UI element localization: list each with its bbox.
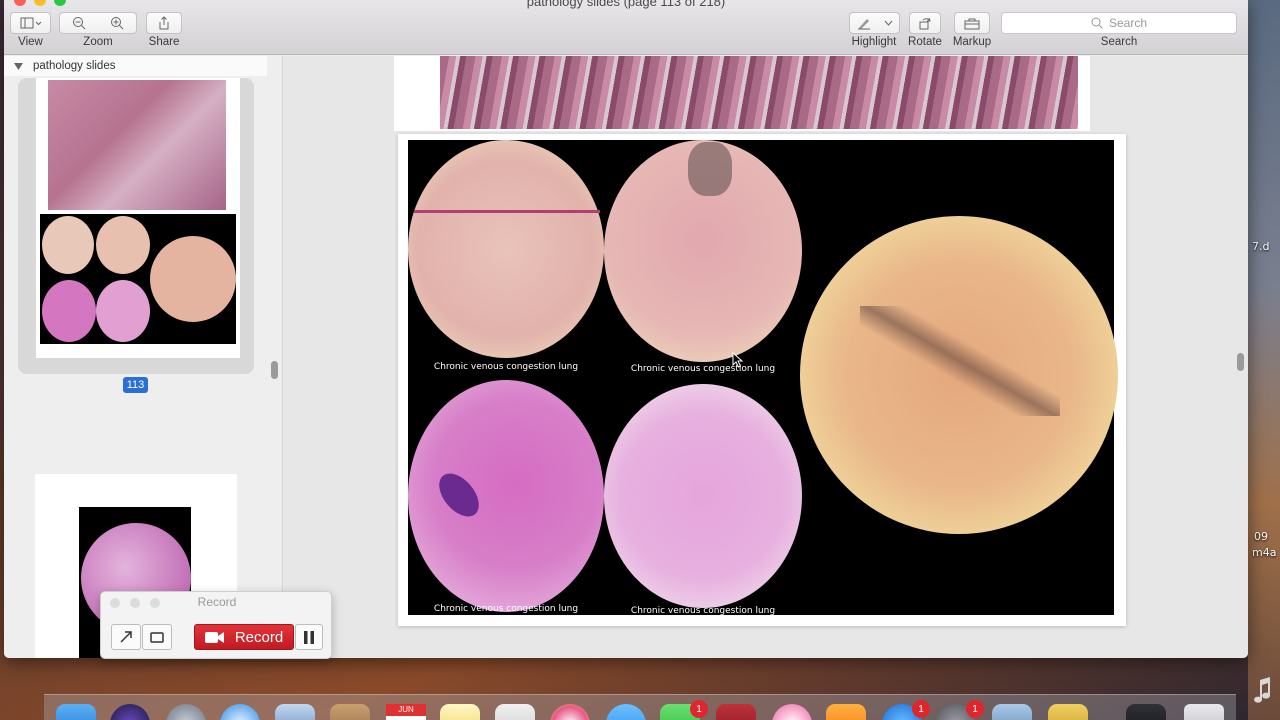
notification-badge: 1 [966,700,984,718]
notification-badge: 1 [912,700,930,718]
trash-icon[interactable] [1184,704,1224,720]
search-label: Search [1100,36,1138,48]
rotate-icon [919,17,931,30]
pause-icon [304,630,314,644]
sidebar-scrollbar[interactable] [271,361,278,379]
zoom-button-group[interactable] [59,12,137,34]
zoom-out-icon[interactable] [72,16,86,30]
rotate-button[interactable] [909,12,941,34]
sidebar-document-header[interactable]: pathology slides [4,56,267,76]
disclosure-triangle-icon[interactable] [14,62,23,70]
share-button[interactable] [146,12,182,34]
page-thumbnail-113[interactable] [36,78,240,358]
highlight-button[interactable] [849,12,900,34]
current-page: Chronic venous congestion lung Chronic v… [398,134,1126,626]
record-button[interactable]: Record [194,624,294,650]
pause-button[interactable] [295,624,323,650]
toolbox-icon [964,18,980,29]
desktop-file-label[interactable]: 7.d [1252,240,1269,253]
slide-caption: Chronic venous congestion lung [433,362,579,372]
finder-icon[interactable] [56,704,96,720]
micrograph-3 [800,216,1118,534]
terminal-icon[interactable] [1126,704,1166,720]
share-label: Share [148,36,180,48]
search-field[interactable]: Search [1001,12,1237,34]
slide-image: Chronic venous congestion lung Chronic v… [408,140,1118,616]
ibooks-icon[interactable] [826,704,866,720]
arrow-icon [120,631,132,643]
micrograph-detail [414,210,600,213]
rectangle-tool-button[interactable] [142,624,172,650]
record-widget-title: Record [197,595,237,609]
slide-caption: Chronic venous congestion lung [630,606,776,616]
micrograph-4 [408,380,604,612]
search-placeholder: Search [1108,16,1148,30]
thumbnail-circle [42,280,96,342]
document-view[interactable]: Chronic venous congestion lung Chronic v… [284,56,1248,658]
calendar-month: JUN [386,704,426,716]
search-icon [1091,17,1103,29]
markup-label: Markup [952,36,992,48]
micrograph-2 [604,140,802,362]
markup-button[interactable] [954,12,990,34]
reminders-icon[interactable] [495,704,535,720]
micrograph-5 [604,384,802,608]
rotate-label: Rotate [908,36,942,48]
thumbnail-circle [150,236,236,322]
desktop-background-strip [1248,0,1280,720]
rectangle-icon [150,631,164,643]
highlight-label: Highlight [851,36,897,48]
record-widget: Record Record [100,591,332,659]
view-button[interactable] [10,12,51,34]
highlighter-icon [857,19,870,30]
thumbnail-circle [96,216,150,274]
slide-caption: Chronic venous congestion lung [630,364,776,374]
notes-icon[interactable] [440,704,480,720]
mouse-pointer-icon [732,352,744,368]
thumbnail-image-top [48,80,226,210]
zoom-in-icon[interactable] [110,16,124,30]
sidebar-toggle-icon [20,17,41,29]
desktop-file-label[interactable]: 09 [1254,530,1268,543]
share-icon [159,16,169,30]
document-name: pathology slides [33,60,116,72]
previous-page [394,56,1090,131]
pencil-app-icon[interactable] [1048,704,1088,720]
micrograph-1 [408,140,604,358]
micrograph-detail [860,306,1060,416]
preview-icon[interactable] [992,704,1032,720]
photo-booth-icon[interactable] [716,704,756,720]
contacts-icon[interactable] [330,704,370,720]
thumbnail-sidebar: pathology slides 113 [4,56,283,658]
micrograph-detail [431,466,487,524]
arrow-tool-button[interactable] [111,624,141,650]
music-note-icon [1254,677,1270,703]
micrograph-detail [688,142,732,196]
chevron-down-icon [884,20,892,26]
video-camera-icon [204,631,224,643]
desktop-file-label[interactable]: m4a [1252,546,1276,559]
thumbnail-slide [40,214,236,344]
thumbnail-circle [42,216,94,274]
page-number-badge: 113 [123,377,148,393]
notification-badge: 1 [690,700,708,718]
calendar-icon[interactable]: JUN [386,704,426,720]
mail-icon[interactable] [275,704,315,720]
preview-window: pathology slides (page 113 of 218) View … [4,0,1248,658]
thumbnail-circle [96,280,150,342]
document-scrollbar[interactable] [1237,353,1244,371]
view-label: View [18,36,43,48]
zoom-label: Zoom [83,36,113,48]
record-label: Record [234,628,284,646]
window-title: pathology slides (page 113 of 218) [526,0,726,9]
toolbar: pathology slides (page 113 of 218) View … [4,0,1248,55]
histology-image [440,56,1078,129]
slide-caption: Chronic venous congestion lung [433,604,579,614]
